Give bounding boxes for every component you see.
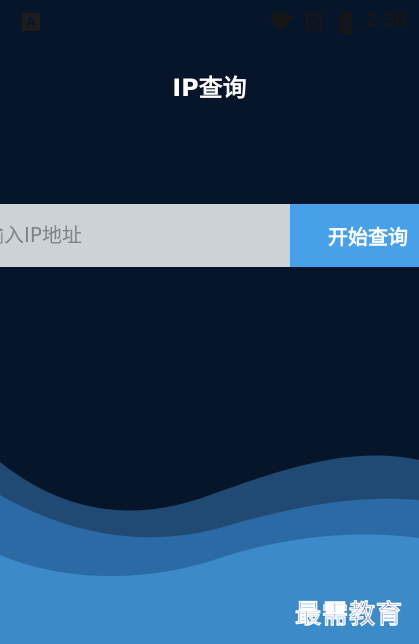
status-time: 2:56 [366, 9, 407, 31]
ip-address-input[interactable]: 输入IP地址 [0, 204, 290, 267]
watermark-text: 最需教育 [295, 600, 404, 631]
app-screen: A 2:56 IP查询 输入IP地址 开始查询 最需教育 [0, 0, 419, 644]
battery-charging-icon [340, 12, 352, 34]
ip-input-placeholder: 输入IP地址 [0, 223, 82, 247]
status-bar: A 2:56 [0, 0, 419, 46]
search-row: 输入IP地址 开始查询 [0, 204, 419, 267]
page-title: IP查询 [172, 74, 247, 102]
app-notification-icon: A [22, 13, 40, 31]
wifi-icon [269, 12, 293, 31]
start-query-button[interactable]: 开始查询 [290, 204, 419, 267]
no-signal-icon [306, 13, 322, 31]
